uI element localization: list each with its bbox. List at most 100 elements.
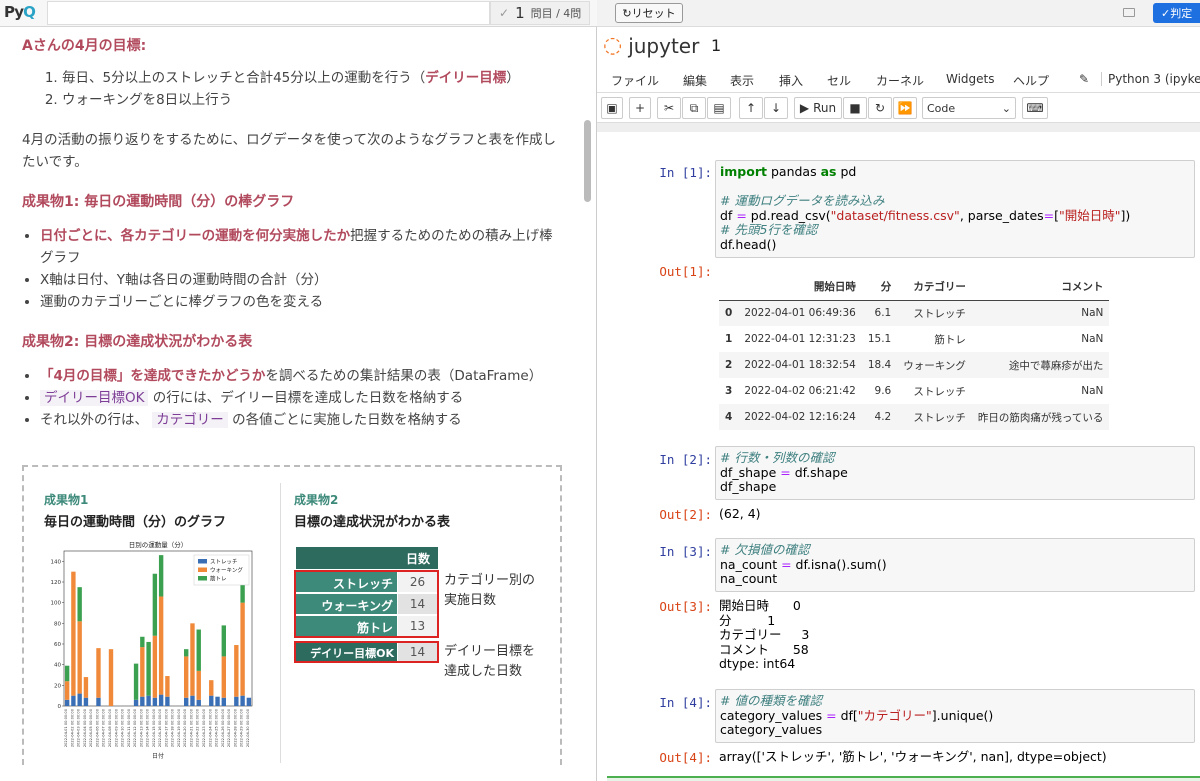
stop-icon[interactable]: ■ — [843, 97, 867, 119]
menu-insert[interactable]: 挿入 — [779, 72, 803, 89]
bar-segment — [140, 647, 145, 697]
bar-segment — [152, 635, 158, 698]
x-tick-label: 2022-04-05 00:00:00 — [89, 708, 93, 747]
menu-cell[interactable]: セル — [827, 72, 851, 89]
jupyter-logo[interactable]: ◌ jupyter — [603, 33, 699, 58]
legend-label: 筋トレ — [210, 575, 227, 583]
x-tick-label: 2022-04-21 00:00:00 — [189, 708, 193, 747]
notebook-area: In [1]: import pandas as pd # 運動ログデータを読み… — [597, 132, 1200, 781]
question-total: 問目 / 4問 — [530, 7, 582, 20]
daily-ok-row-box: デイリー目標OK 14 — [294, 641, 439, 663]
bar-segment — [246, 697, 252, 706]
fast-forward-icon[interactable]: ⏩ — [893, 97, 917, 119]
bar-segment — [140, 636, 145, 648]
cell-prompt-in: In [3]: — [659, 544, 712, 559]
cut-icon[interactable]: ✂ — [657, 97, 681, 119]
cell-type-select[interactable]: Code ⌄ — [922, 97, 1016, 119]
table-row: 0 2022-04-01 06:49:36 6.1 ストレッチ NaN — [719, 300, 1110, 326]
x-tick-label: 2022-04-16 00:00:00 — [158, 708, 162, 747]
table-header: コメント — [971, 274, 1110, 301]
cell-prompt-out: Out[4]: — [659, 750, 712, 765]
bar-segment — [240, 602, 245, 696]
move-down-icon[interactable]: ↓ — [764, 97, 788, 119]
menu-view[interactable]: 表示 — [730, 72, 754, 89]
menu-edit[interactable]: 編集 — [683, 72, 707, 89]
list-item: X軸は日付、Y軸は各日の運動時間の合計（分） — [40, 269, 560, 291]
x-tick-label: 2022-04-04 00:00:00 — [83, 708, 87, 747]
code-cell-2[interactable]: # 行数・列数の確認 df_shape = df.shape df_shape — [715, 446, 1195, 500]
search-input[interactable] — [47, 1, 490, 25]
restart-icon[interactable]: ↻ — [868, 97, 892, 119]
judge-button[interactable]: ✓ 判定 — [1153, 3, 1200, 23]
y-tick-label: 40 — [54, 663, 61, 669]
menu-widgets[interactable]: Widgets — [946, 72, 995, 86]
x-tick-label: 2022-04-03 00:00:00 — [77, 708, 81, 747]
copy-icon[interactable]: ⧉ — [682, 97, 706, 119]
bar-segment — [146, 641, 151, 696]
bar-segment — [71, 695, 76, 706]
bar-segment — [96, 648, 101, 698]
example-figure: 成果物1 毎日の運動時間（分）のグラフ 日別の運動量（分） 0 20 40 60 80 10… — [22, 465, 562, 765]
x-tick-label: 2022-04-02 00:00:00 — [70, 708, 74, 747]
cell-prompt-in: In [1]: — [659, 165, 712, 180]
paste-icon[interactable]: ▤ — [707, 97, 731, 119]
stacked-bar-chart: 日別の運動量（分） 0 20 40 60 80 100 120 140 2022-04-01 00… — [51, 540, 253, 760]
list-item: 日付ごとに、各カテゴリーの運動を何分実施したか把握するためのための積み上げ棒グラ… — [40, 225, 560, 269]
pyq-logo[interactable]: PyQ — [4, 3, 36, 21]
check-icon: ✓ — [1161, 6, 1171, 20]
reset-button[interactable]: ↻ リセット — [615, 3, 683, 23]
kernel-indicator[interactable]: Python 3 (ipykernel) — [1101, 72, 1200, 86]
x-tick-label: 2022-04-29 00:00:00 — [240, 708, 244, 747]
run-button[interactable]: ▶ Run — [794, 97, 842, 119]
x-tick-label: 2022-04-06 00:00:00 — [95, 708, 99, 747]
bar-segment — [77, 693, 82, 706]
add-cell-icon[interactable]: + — [629, 97, 651, 119]
move-up-icon[interactable]: ↑ — [739, 97, 763, 119]
note-category-count: カテゴリー別の 実施日数 — [444, 573, 536, 608]
y-tick-label: 0 — [58, 704, 62, 710]
menu-file[interactable]: ファイル — [611, 72, 659, 89]
reset-icon: ↻ — [622, 6, 632, 20]
x-tick-label: 2022-04-07 00:00:00 — [102, 708, 106, 747]
goal-list: 毎日、5分以上のストレッチと合計45分以上の運動を行う（デイリー目標） ウォーキ… — [62, 67, 560, 111]
menu-help[interactable]: ヘルプ — [1013, 72, 1049, 89]
cell-prompt-in: In [4]: — [659, 695, 712, 710]
x-tick-label: 2022-04-22 00:00:00 — [196, 708, 200, 747]
bar-segment — [165, 696, 170, 706]
x-tick-label: 2022-04-27 00:00:00 — [227, 708, 231, 747]
bar-segment — [133, 663, 139, 700]
x-tick-label: 2022-04-23 00:00:00 — [202, 708, 206, 747]
x-tick-label: 2022-04-08 00:00:00 — [108, 708, 112, 747]
x-tick-label: 2022-04-12 00:00:00 — [133, 708, 137, 747]
bar-segment — [165, 676, 170, 697]
save-icon[interactable]: ▣ — [601, 97, 623, 119]
legend-label: ウォーキング — [210, 566, 243, 574]
x-tick-label: 2022-04-09 00:00:00 — [114, 708, 118, 747]
code-cell-3[interactable]: # 欠損値の確認 na_count = df.isna().sum() na_c… — [715, 538, 1195, 592]
edit-pencil-icon[interactable]: ✎ — [1079, 72, 1089, 86]
list-item: 「4月の目標」を達成できたかどうかを調べるための集計結果の表（DataFrame… — [40, 365, 560, 387]
keyboard-icon[interactable] — [1123, 8, 1135, 17]
list-item: それ以外の行は、 カテゴリー の各値ごとに実施した日数を格納する — [40, 409, 560, 431]
problem-topbar: PyQ ✓ 1 問目 / 4問 — [0, 0, 597, 27]
notebook-name[interactable]: 1 — [711, 36, 721, 55]
bar-segment — [184, 649, 189, 657]
command-palette-icon[interactable]: ⌨ — [1022, 97, 1048, 119]
code-cell-4[interactable]: # 値の種類を確認 category_values = df["カテゴリー"].… — [715, 689, 1195, 743]
code-cell-1[interactable]: import pandas as pd # 運動ログデータを読み込み df = … — [715, 160, 1195, 258]
x-tick-label: 2022-04-25 00:00:00 — [215, 708, 219, 747]
bar-segment — [234, 645, 239, 697]
table-header: 分 — [861, 274, 898, 301]
scrollbar-thumb[interactable] — [584, 120, 591, 202]
question-counter[interactable]: ✓ 1 問目 / 4問 — [490, 1, 590, 25]
bar-segment — [152, 573, 158, 636]
x-tick-label: 2022-04-11 00:00:00 — [127, 708, 131, 747]
menu-kernel[interactable]: カーネル — [876, 72, 924, 89]
x-tick-label: 2022-04-30 00:00:00 — [246, 708, 250, 747]
bar-segment — [221, 625, 226, 657]
chart-title: 日別の運動量（分） — [129, 540, 188, 549]
bar-segment — [190, 695, 195, 706]
legend-swatch — [198, 567, 207, 572]
jupyter-pane: ↻ リセット ✓ 判定 ◌ jupyter 1 ファイル 編集 表示 挿入 セル カー… — [597, 0, 1200, 781]
next-cell-edge[interactable] — [607, 776, 1200, 781]
